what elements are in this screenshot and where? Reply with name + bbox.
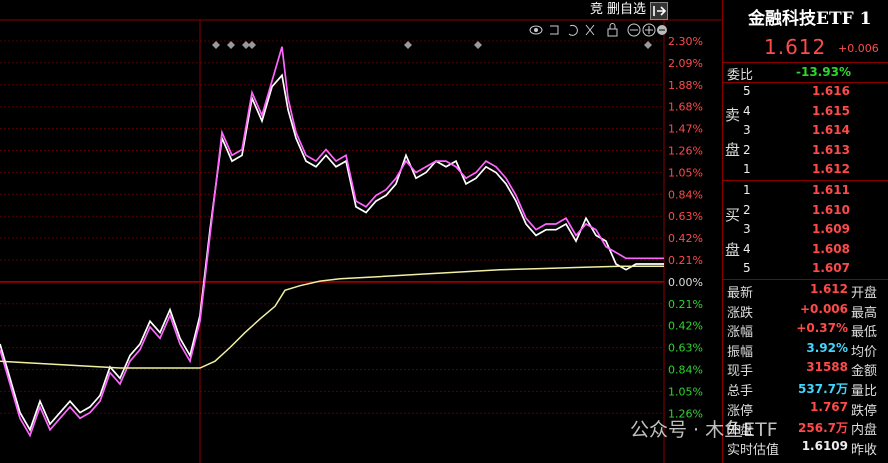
buy-label-2: 盘 — [725, 241, 741, 259]
scissors-icon[interactable] — [585, 24, 595, 36]
divider — [723, 62, 888, 63]
chart-tool-icons — [528, 22, 668, 38]
redo-icon[interactable] — [568, 24, 578, 36]
remove-watchlist-button[interactable]: 删自选 — [607, 0, 646, 20]
stat-label-2: 量比 — [851, 384, 878, 399]
ask-level: 2 — [743, 142, 751, 157]
y-tick-label: 1.47% — [668, 123, 703, 136]
stat-label: 总手 — [727, 384, 754, 399]
event-marker — [248, 41, 256, 49]
zoom-out-icon[interactable] — [627, 23, 641, 37]
event-marker — [404, 41, 412, 49]
bid-price[interactable]: 1.610 — [812, 203, 850, 217]
stat-value: 256.7万 — [798, 421, 848, 436]
stat-value: +0.006 — [799, 301, 848, 316]
divider — [723, 180, 888, 181]
stat-label-2: 均价 — [851, 344, 878, 360]
stat-value: 31588 — [806, 360, 848, 375]
y-tick-label: 2.09% — [668, 57, 703, 70]
buy-label: 买 — [725, 206, 741, 224]
weibi-value: -13.93% — [796, 65, 851, 79]
stat-label: 振幅 — [727, 344, 754, 360]
lock-icon[interactable] — [607, 23, 618, 37]
y-tick-label: 0.42% — [668, 320, 703, 333]
ask-price[interactable]: 1.613 — [812, 143, 850, 157]
eye-icon[interactable] — [529, 25, 543, 35]
stat-value: 537.7万 — [798, 382, 848, 396]
stat-label-2: 内盘 — [851, 423, 878, 439]
divider — [723, 82, 888, 83]
ask-level: 4 — [743, 103, 751, 118]
bid-price[interactable]: 1.611 — [812, 183, 850, 197]
bid-level: 5 — [743, 261, 751, 276]
stat-label-2: 开盘 — [851, 286, 878, 301]
y-tick-label: 0.00% — [668, 276, 703, 289]
sell-label: 卖 — [725, 106, 741, 124]
stat-value: 1.767 — [810, 399, 848, 414]
price-change: +0.006 — [838, 42, 879, 55]
current-price: 1.612 — [764, 35, 827, 59]
y-tick-label: 0.84% — [668, 364, 703, 377]
y-tick-label: 0.63% — [668, 210, 703, 223]
y-tick-label: 1.05% — [668, 385, 703, 398]
y-tick-label: 1.05% — [668, 166, 703, 179]
bid-level: 1 — [743, 183, 751, 197]
stat-label-2: 金额 — [851, 364, 878, 380]
stat-label-2: 跌停 — [851, 403, 878, 419]
ask-price[interactable]: 1.614 — [812, 123, 850, 137]
stat-value: 1.6109 — [801, 438, 848, 453]
exit-icon[interactable] — [650, 2, 668, 20]
bid-level: 4 — [743, 241, 751, 256]
bid-level: 3 — [743, 222, 751, 237]
bid-price[interactable]: 1.607 — [812, 261, 850, 275]
remove-icon[interactable] — [657, 25, 667, 35]
intraday-chart[interactable]: 2.30% 2.09% 1.88% 1.68% 1.47% 1.26% 1.05% 0.84%… — [0, 0, 722, 463]
ask-price[interactable]: 1.616 — [812, 84, 850, 98]
fund-title: 金融科技ETF 1 — [748, 9, 872, 29]
y-tick-label: 0.21% — [668, 254, 703, 267]
y-tick-label: 0.63% — [668, 342, 703, 355]
ask-price[interactable]: 1.615 — [812, 104, 850, 118]
event-marker — [644, 41, 652, 49]
bid-level: 2 — [743, 202, 751, 217]
ask-level: 5 — [743, 84, 751, 98]
stat-label: 涨幅 — [727, 325, 754, 341]
event-marker — [227, 41, 235, 49]
y-tick-label: 1.88% — [668, 79, 703, 92]
stat-value: 1.612 — [810, 282, 848, 296]
stat-label: 最新 — [727, 286, 754, 301]
stat-label: 现手 — [727, 364, 754, 380]
y-tick-label: 1.26% — [668, 145, 703, 158]
bid-price[interactable]: 1.609 — [812, 222, 850, 236]
jing-button[interactable]: 竞 — [590, 0, 603, 20]
event-marker — [212, 41, 220, 49]
panel-divider — [722, 0, 723, 463]
stat-label-2: 最低 — [851, 325, 878, 341]
y-tick-label: 1.68% — [668, 101, 703, 114]
weibi-label: 委比 — [727, 68, 754, 83]
ask-level: 1 — [743, 162, 751, 177]
stat-label-2: 昨收 — [851, 442, 878, 458]
undo-icon[interactable] — [550, 25, 559, 35]
stat-label: 涨跌 — [727, 305, 754, 321]
event-marker — [474, 41, 482, 49]
y-tick-label: 2.30% — [668, 35, 703, 48]
stat-value: +0.37% — [796, 321, 848, 336]
watermark: 公众号 · 木鱼ETF — [630, 419, 778, 441]
divider — [723, 279, 888, 280]
series-line — [0, 46, 664, 438]
bid-price[interactable]: 1.608 — [812, 242, 850, 256]
ask-price[interactable]: 1.612 — [812, 162, 850, 176]
stat-value: 3.92% — [806, 340, 848, 355]
zoom-in-icon[interactable] — [642, 23, 656, 37]
ask-level: 3 — [743, 123, 751, 138]
sell-label-2: 盘 — [725, 141, 741, 159]
y-tick-label: 0.84% — [668, 188, 703, 201]
stat-label-2: 最高 — [851, 305, 878, 321]
y-tick-label: 0.42% — [668, 232, 703, 245]
y-tick-label: 0.21% — [668, 298, 703, 311]
